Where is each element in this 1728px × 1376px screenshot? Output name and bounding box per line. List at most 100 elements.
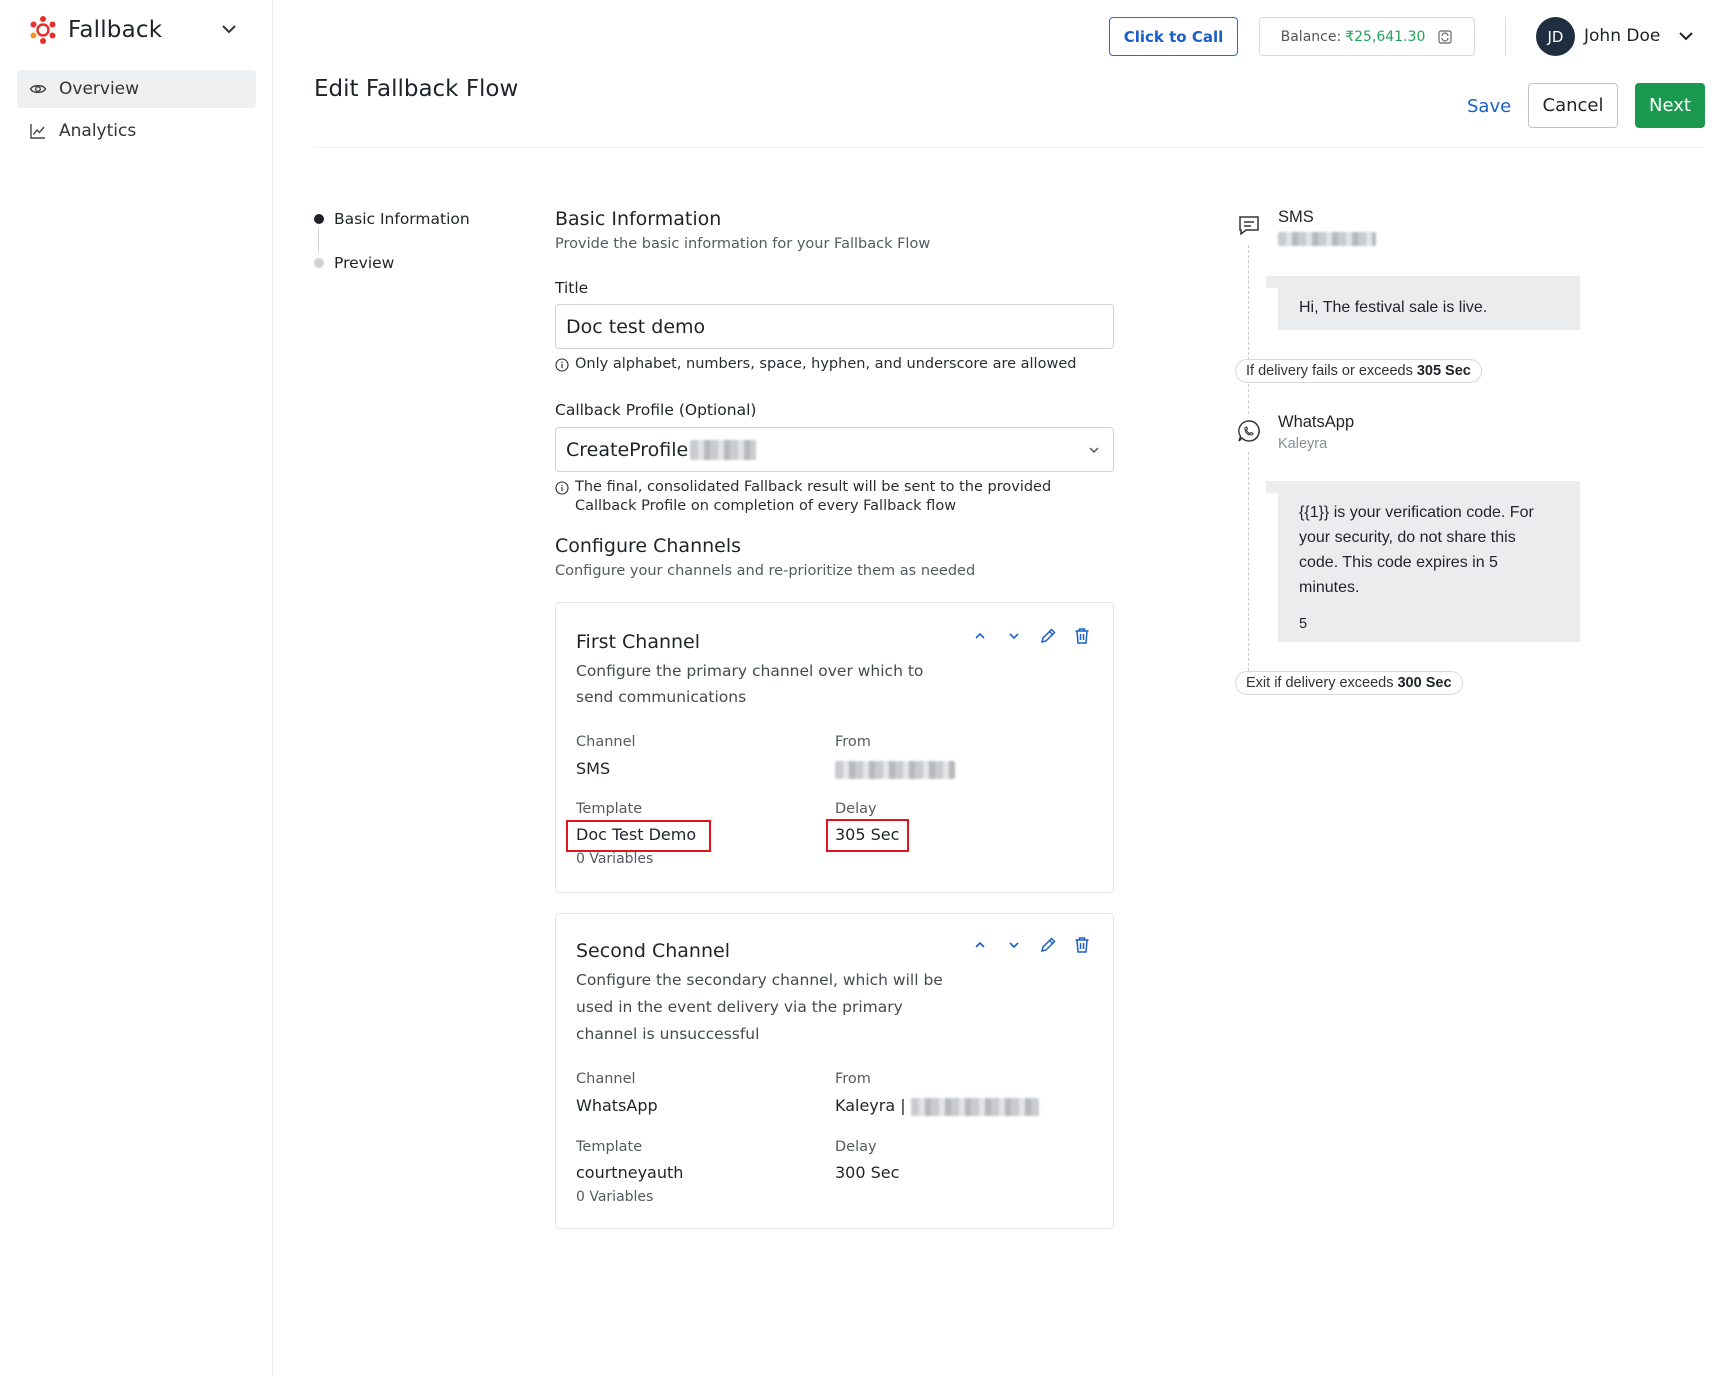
highlight-box-template — [566, 820, 711, 852]
sms-message-text: Hi, The festival sale is live. — [1299, 299, 1488, 316]
header-divider — [1505, 17, 1506, 56]
pill-text: Exit if delivery exceeds — [1246, 675, 1394, 691]
card-actions — [969, 625, 1093, 647]
bubble-tail — [1266, 276, 1278, 288]
from-value — [835, 759, 955, 779]
template-label: Template — [576, 801, 643, 817]
card-desc-line: Configure the primary channel over which… — [576, 662, 924, 680]
redacted-text — [835, 760, 955, 779]
pill-value: 300 Sec — [1397, 675, 1452, 691]
redacted-text — [1278, 232, 1376, 246]
fallback-logo-icon — [30, 16, 56, 44]
next-button[interactable]: Next — [1635, 83, 1705, 128]
save-button[interactable]: Save — [1467, 96, 1511, 117]
card-description: Configure the secondary channel, which w… — [576, 967, 956, 1048]
user-name[interactable]: John Doe — [1584, 26, 1660, 46]
whatsapp-message-line: code. This code expires in 5 — [1299, 554, 1498, 571]
channel-value: WhatsApp — [576, 1096, 658, 1115]
step-label: Preview — [334, 254, 395, 272]
chevron-down-icon[interactable] — [1003, 625, 1025, 647]
card-desc-line: channel is unsuccessful — [576, 1025, 760, 1043]
cancel-button[interactable]: Cancel — [1528, 83, 1618, 128]
whatsapp-message-line: your security, do not share this — [1299, 529, 1516, 546]
title-label: Title — [555, 279, 589, 297]
configure-channels-subheading: Configure your channels and re-prioritiz… — [555, 563, 976, 579]
redacted-text — [690, 439, 757, 460]
title-hint: Only alphabet, numbers, space, hyphen, a… — [555, 355, 1076, 374]
callback-profile-hint: The final, consolidated Fallback result … — [555, 478, 1051, 516]
variables-count: 0 Variables — [576, 851, 654, 867]
bubble-tail — [1266, 481, 1278, 493]
preview-connector — [1248, 384, 1249, 414]
whatsapp-message-line: {{1}} is your verification code. For — [1299, 504, 1534, 521]
step-label: Basic Information — [334, 210, 470, 228]
configure-channels-heading: Configure Channels — [555, 535, 742, 557]
callback-profile-value: CreateProfile — [566, 438, 689, 461]
title-input-value: Doc test demo — [566, 315, 706, 338]
first-channel-card: First Channel Configure the primary chan… — [555, 602, 1114, 893]
preview-whatsapp-title: WhatsApp — [1278, 413, 1355, 431]
brand[interactable]: Fallback — [28, 14, 162, 46]
template-value: courtneyauth — [576, 1163, 684, 1182]
preview-sms-title: SMS — [1278, 208, 1314, 226]
pencil-icon[interactable] — [1037, 625, 1059, 647]
preview-whatsapp-sub: Kaleyra — [1278, 436, 1328, 452]
balance-amount: ₹25,641.30 — [1345, 28, 1426, 45]
info-icon — [555, 358, 569, 372]
channel-value: SMS — [576, 759, 611, 778]
whatsapp-message-line: minutes. — [1299, 579, 1360, 596]
from-value-text: Kaleyra | — [835, 1096, 906, 1115]
info-icon — [555, 481, 569, 495]
sidebar-item-label: Overview — [59, 79, 140, 99]
card-description: Configure the primary channel over which… — [576, 658, 956, 710]
pill-value: 305 Sec — [1416, 363, 1471, 379]
chevron-down-icon[interactable] — [1676, 26, 1696, 46]
from-value: Kaleyra | — [835, 1096, 1039, 1116]
sms-message-bubble: Hi, The festival sale is live. — [1266, 276, 1580, 330]
step-dot-active — [314, 214, 324, 224]
eye-icon — [29, 84, 47, 94]
step-preview[interactable]: Preview — [314, 254, 394, 272]
title-input[interactable]: Doc test demo — [555, 304, 1114, 349]
whatsapp-icon — [1238, 420, 1260, 442]
app-name: Fallback — [68, 17, 163, 43]
delay-label: Delay — [835, 1139, 877, 1155]
avatar[interactable]: JD — [1536, 17, 1575, 56]
preview-connector — [1248, 452, 1249, 676]
pencil-icon[interactable] — [1037, 934, 1059, 956]
sidebar-item-analytics[interactable]: Analytics — [17, 112, 256, 150]
card-actions — [969, 934, 1093, 956]
click-to-call-button[interactable]: Click to Call — [1109, 17, 1238, 56]
preview-connector — [1248, 245, 1249, 360]
step-connector — [318, 228, 319, 252]
card-desc-line: used in the event delivery via the prima… — [576, 998, 903, 1016]
whatsapp-message-bubble: {{1}} is your verification code. For you… — [1266, 481, 1580, 642]
callback-profile-select[interactable]: CreateProfile — [555, 427, 1114, 472]
card-title: Second Channel — [576, 940, 730, 962]
chevron-down-icon[interactable] — [1003, 934, 1025, 956]
fallback-condition-pill: If delivery fails or exceeds 305 Sec — [1235, 359, 1482, 383]
refresh-icon[interactable] — [1437, 29, 1453, 45]
trash-icon[interactable] — [1071, 934, 1093, 956]
header-divider-line — [314, 147, 1704, 148]
trash-icon[interactable] — [1071, 625, 1093, 647]
channel-label: Channel — [576, 1071, 636, 1087]
sidebar-item-overview[interactable]: Overview — [17, 70, 256, 108]
chevron-down-icon[interactable] — [218, 18, 240, 40]
second-channel-card: Second Channel Configure the secondary c… — [555, 913, 1114, 1229]
callback-profile-label: Callback Profile (Optional) — [555, 401, 757, 419]
pill-text: If delivery fails or exceeds — [1246, 363, 1413, 379]
step-dot-inactive — [314, 258, 324, 268]
callback-hint-line-1: The final, consolidated Fallback result … — [575, 479, 1052, 495]
step-basic-information[interactable]: Basic Information — [314, 210, 470, 228]
basic-info-subheading: Provide the basic information for your F… — [555, 236, 931, 252]
template-label: Template — [576, 1139, 643, 1155]
chevron-down-icon — [1089, 447, 1099, 454]
chevron-up-icon[interactable] — [969, 625, 991, 647]
exit-condition-pill: Exit if delivery exceeds 300 Sec — [1235, 671, 1463, 695]
callback-hint-line-2: Callback Profile on completion of every … — [575, 498, 957, 514]
whatsapp-message-footer: 5 — [1299, 616, 1308, 632]
sidebar: Fallback Overview Analytics — [0, 0, 273, 1376]
highlight-box-delay — [826, 819, 909, 852]
chevron-up-icon[interactable] — [969, 934, 991, 956]
